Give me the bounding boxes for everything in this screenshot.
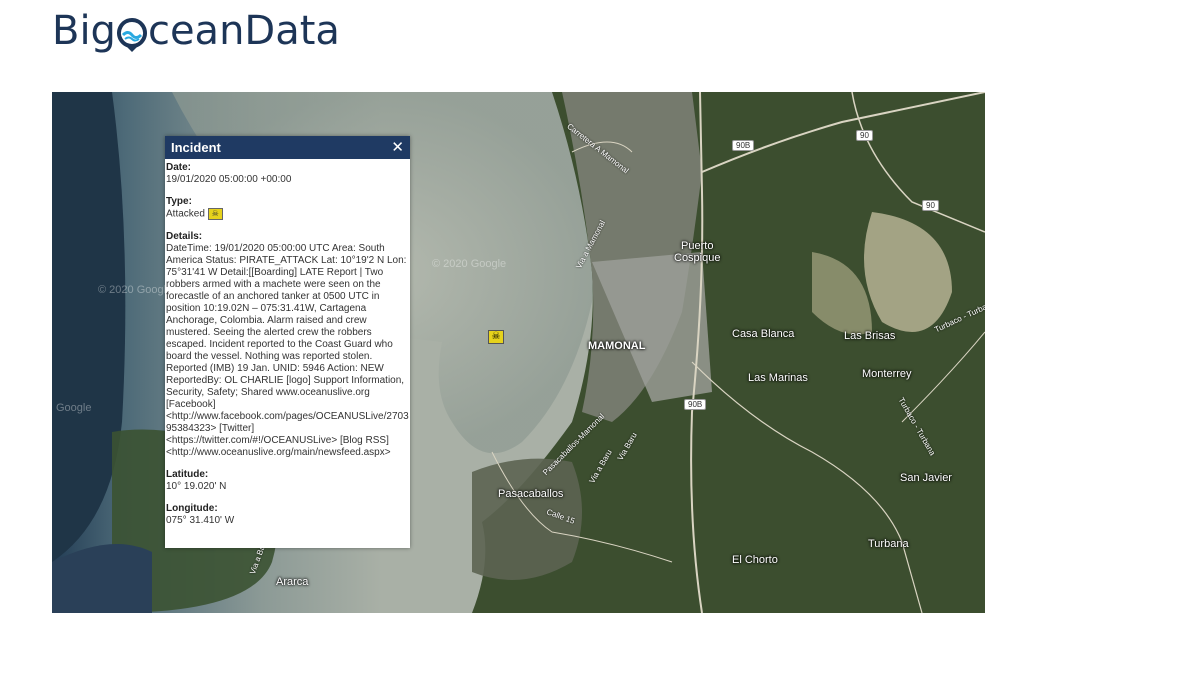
place-label-line: Cospique — [674, 252, 721, 264]
place-label-las-marinas: Las Marinas — [748, 372, 808, 384]
details-value: DateTime: 19/01/2020 05:00:00 UTC Area: … — [166, 242, 409, 458]
place-label-casa-blanca: Casa Blanca — [732, 328, 795, 340]
date-value: 19/01/2020 05:00:00 +00:00 — [166, 174, 292, 185]
map-watermark: © 2020 Google — [432, 258, 507, 270]
logo-text-ocean-data: ceanData — [147, 8, 340, 54]
road-shield-90b: 90B — [684, 399, 707, 410]
popup-header: Incident ✕ — [165, 136, 410, 159]
details-label: Details: — [166, 230, 203, 242]
latitude-value: 10° 19.020' N — [166, 480, 227, 492]
latitude-label: Latitude: — [166, 468, 209, 480]
skull-crossbones-icon: ☠ — [491, 331, 501, 342]
incident-popup: Incident ✕ Date: 19/01/2020 05:00:00 +00… — [165, 136, 410, 548]
place-label-puerto-cospique: Puerto Cospique — [674, 240, 720, 264]
road-shield-90: 90 — [922, 200, 939, 211]
place-label-monterrey: Monterrey — [862, 368, 912, 380]
map-watermark: © 2020 Google — [98, 284, 173, 296]
place-label-mamonal: MAMONAL — [588, 340, 646, 352]
road-shield-90: 90 — [856, 130, 873, 141]
place-label-el-chorto: El Chorto — [732, 554, 778, 566]
map-watermark: Google — [56, 402, 92, 414]
close-icon[interactable]: ✕ — [391, 140, 404, 155]
place-label-pasacaballos: Pasacaballos — [498, 488, 564, 500]
bigoceandata-logo[interactable]: Big ceanData — [52, 6, 340, 56]
type-label: Type: — [166, 196, 192, 207]
type-row: Attacked ☠ — [166, 208, 409, 221]
incident-marker[interactable]: ☠ — [488, 330, 504, 344]
logo-text-big: Big — [52, 8, 116, 54]
road-shield-90b: 90B — [732, 140, 755, 151]
map-pin-logo-icon — [116, 16, 147, 52]
place-label-san-javier: San Javier — [900, 472, 952, 484]
popup-title: Incident — [171, 140, 221, 155]
popup-body: Date: 19/01/2020 05:00:00 +00:00 Type: A… — [165, 159, 410, 540]
type-value: Attacked — [166, 208, 205, 220]
longitude-label: Longitude: — [166, 502, 218, 514]
skull-crossbones-icon: ☠ — [207, 208, 223, 220]
place-label-line: Puerto — [681, 240, 714, 252]
date-label: Date: — [166, 162, 192, 173]
place-label-turbana: Turbana — [868, 538, 909, 550]
longitude-value: 075° 31.410' W — [166, 514, 235, 526]
place-label-ararca: Ararca — [276, 576, 309, 588]
place-label-las-brisas: Las Brisas — [844, 330, 896, 342]
